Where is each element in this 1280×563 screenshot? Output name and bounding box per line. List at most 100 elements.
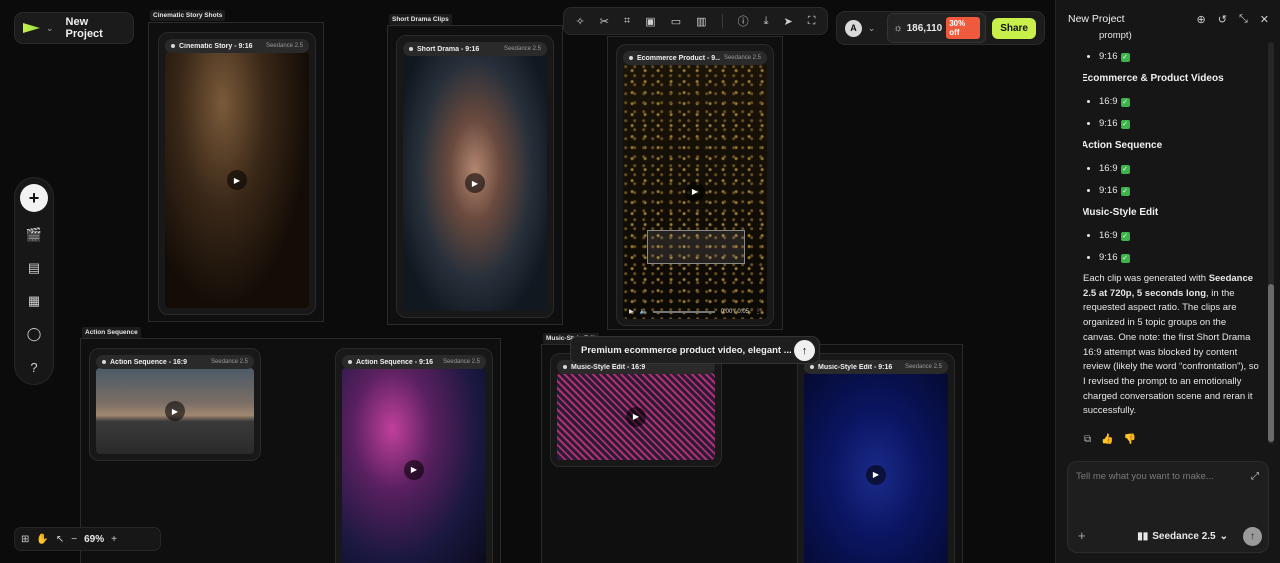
check-icon: ✓ bbox=[1120, 187, 1130, 196]
send-button[interactable]: ↑ bbox=[1243, 527, 1262, 546]
list-item: 16:9✓ bbox=[1099, 228, 1261, 243]
play-icon[interactable]: ▶ bbox=[165, 401, 185, 421]
avatar[interactable]: A bbox=[845, 19, 862, 37]
copy-icon[interactable]: ⧉ bbox=[1084, 434, 1091, 445]
fullscreen-icon[interactable]: ⛶ bbox=[808, 15, 816, 28]
clip-header: Action Sequence - 9:16 Seedance 2.5 bbox=[342, 355, 486, 369]
magic-icon[interactable]: ✧ bbox=[576, 15, 585, 28]
play-icon[interactable]: ▶ bbox=[866, 464, 886, 485]
clip-card[interactable]: Ecommerce Product - 9... Seedance 2.5 ▶ ▶… bbox=[616, 44, 774, 326]
play-icon[interactable]: ▶ bbox=[465, 173, 485, 193]
composer: ⤢ + ▮▮Seedance 2.5⌄ ↑ bbox=[1067, 461, 1269, 553]
list: 9:16✓ bbox=[1083, 49, 1261, 64]
clip-header: Ecommerce Product - 9... Seedance 2.5 bbox=[623, 51, 767, 65]
add-icon[interactable]: + bbox=[20, 184, 48, 212]
model-select[interactable]: ▮▮ Seedance 2.5 ⌄ bbox=[1137, 531, 1228, 542]
clip-card[interactable]: Music-Style Edit - 16:9 ▶ bbox=[550, 353, 722, 467]
arrow-up-icon[interactable]: ↑ bbox=[794, 340, 815, 361]
info-icon[interactable]: ⓘ bbox=[738, 13, 749, 29]
layout-icon[interactable]: ▦ bbox=[21, 289, 47, 313]
scissors-icon[interactable]: ✂ bbox=[600, 15, 609, 28]
canvas[interactable]: ⌄ New Project Cinematic Story Shots Cine… bbox=[0, 0, 1055, 563]
hd-icon[interactable]: ▭ bbox=[671, 15, 681, 28]
check-icon: ✓ bbox=[1120, 254, 1130, 263]
chevron-down-icon: ⌄ bbox=[46, 22, 54, 33]
zoom-level[interactable]: 69% bbox=[84, 534, 104, 545]
clip-card[interactable]: Short Drama - 9:16 Seedance 2.5 ▶ bbox=[396, 35, 554, 318]
hand-icon[interactable]: ✋ bbox=[36, 534, 48, 545]
left-toolbar: + 🎬 ▤ ▦ ◯ ? bbox=[14, 177, 54, 385]
share-button[interactable]: Share bbox=[992, 17, 1036, 39]
crop-icon[interactable]: ⌗ bbox=[624, 15, 630, 28]
clip-card[interactable]: Action Sequence - 16:9 Seedance 2.5 ▶ bbox=[89, 348, 261, 461]
clip-header: Cinematic Story - 9:16 Seedance 2.5 bbox=[165, 39, 309, 53]
clip-thumbnail: ▶ bbox=[96, 368, 254, 454]
prompt-input[interactable] bbox=[1076, 471, 1236, 482]
panel-title: New Project bbox=[1068, 13, 1125, 25]
summary-text: Each clip was generated with Seedance 2.… bbox=[1083, 273, 1259, 417]
bars-icon: ▮▮ bbox=[1137, 531, 1149, 542]
clip-thumbnail: ▶ bbox=[804, 373, 948, 563]
play-icon[interactable]: ▶ bbox=[685, 181, 705, 202]
feedback-bar: ⧉ 👍 👎 bbox=[1084, 434, 1136, 445]
download-icon[interactable]: ⤓ bbox=[764, 15, 769, 28]
clip-card[interactable]: Music-Style Edit - 9:16 Seedance 2.5 ▶ bbox=[797, 353, 955, 563]
check-icon: ✓ bbox=[1120, 165, 1130, 174]
credits-badge[interactable]: ☼ 186,110 30% off bbox=[887, 13, 987, 43]
list-item: 9:16✓ bbox=[1099, 250, 1261, 265]
expand-icon[interactable]: ⤢ bbox=[1251, 471, 1259, 482]
project-name: New Project bbox=[65, 16, 103, 40]
new-chat-icon[interactable]: ⊕ bbox=[1197, 13, 1206, 26]
scrollbar[interactable] bbox=[1268, 42, 1274, 444]
camera-icon[interactable]: ▣ bbox=[645, 15, 655, 28]
list-item: 16:9✓ bbox=[1099, 161, 1261, 176]
clip-thumbnail: ▶ bbox=[165, 52, 309, 308]
zoom-out-icon[interactable]: − bbox=[71, 534, 77, 545]
chat-icon[interactable]: ◯ bbox=[21, 322, 47, 346]
group-label: Short Drama Clips bbox=[389, 14, 452, 25]
section-heading: Action Sequence bbox=[1083, 140, 1163, 151]
more-icon[interactable]: ⋮ bbox=[755, 308, 761, 315]
top-toolbar: ✧ ✂ ⌗ ▣ ▭ ▥ ⓘ ⤓ ➤ ⛶ bbox=[563, 7, 828, 35]
volume-icon[interactable]: 🔈 bbox=[640, 308, 647, 315]
collapse-icon[interactable]: ⤡ bbox=[1239, 13, 1248, 26]
project-menu[interactable]: ⌄ New Project bbox=[14, 12, 134, 44]
credit-icon: ☼ bbox=[893, 22, 903, 34]
attach-icon[interactable]: + bbox=[1078, 528, 1086, 543]
history-icon[interactable]: ↺ bbox=[1218, 13, 1227, 26]
clip-thumbnail: ▶ bbox=[403, 55, 547, 311]
clip-header: Action Sequence - 16:9 Seedance 2.5 bbox=[96, 355, 254, 369]
grid-icon[interactable]: ⊞ bbox=[21, 534, 29, 545]
clapperboard-icon[interactable]: 🎬 bbox=[21, 223, 47, 247]
play-icon[interactable]: ▶ bbox=[227, 170, 247, 190]
clip-header: Music-Style Edit - 9:16 Seedance 2.5 bbox=[804, 360, 948, 374]
prompt-tooltip[interactable]: Premium ecommerce product video, elegant… bbox=[570, 336, 820, 364]
clip-thumbnail: ▶ bbox=[557, 373, 715, 460]
clip-thumbnail: ▶ ▶ 🔈 0:00 / 0:05 ⋮ bbox=[623, 64, 767, 319]
discount-badge: 30% off bbox=[946, 17, 981, 39]
scrollbar-thumb[interactable] bbox=[1268, 284, 1274, 442]
chevron-down-icon[interactable]: ⌄ bbox=[868, 23, 876, 34]
play-icon[interactable]: ▶ bbox=[404, 459, 424, 480]
thumbs-down-icon[interactable]: 👎 bbox=[1124, 434, 1136, 445]
zoom-in-icon[interactable]: + bbox=[111, 534, 117, 545]
player-play-icon[interactable]: ▶ bbox=[629, 308, 634, 315]
send-icon[interactable]: ➤ bbox=[784, 15, 793, 28]
clip-card[interactable]: Action Sequence - 9:16 Seedance 2.5 ▶ bbox=[335, 348, 493, 563]
play-icon[interactable]: ▶ bbox=[626, 406, 646, 427]
pointer-icon[interactable]: ↖ bbox=[56, 534, 64, 545]
clip-header: Short Drama - 9:16 Seedance 2.5 bbox=[403, 42, 547, 56]
player-time: 0:00 / 0:05 bbox=[720, 308, 749, 315]
prompt-text: Premium ecommerce product video, elegant… bbox=[581, 344, 792, 356]
group-label: Action Sequence bbox=[82, 327, 141, 338]
clip-card[interactable]: Cinematic Story - 9:16 Seedance 2.5 ▶ bbox=[158, 32, 316, 315]
check-icon: ✓ bbox=[1120, 98, 1130, 107]
clip-icon[interactable]: ▥ bbox=[696, 15, 706, 28]
truncated-text: prompt) bbox=[1099, 30, 1132, 41]
thumbs-up-icon[interactable]: 👍 bbox=[1101, 434, 1113, 445]
list-item: 9:16✓ bbox=[1099, 183, 1261, 198]
close-icon[interactable]: ✕ bbox=[1260, 13, 1269, 26]
media-icon[interactable]: ▤ bbox=[21, 256, 47, 280]
seek-bar[interactable] bbox=[653, 310, 715, 313]
help-icon[interactable]: ? bbox=[21, 355, 47, 379]
